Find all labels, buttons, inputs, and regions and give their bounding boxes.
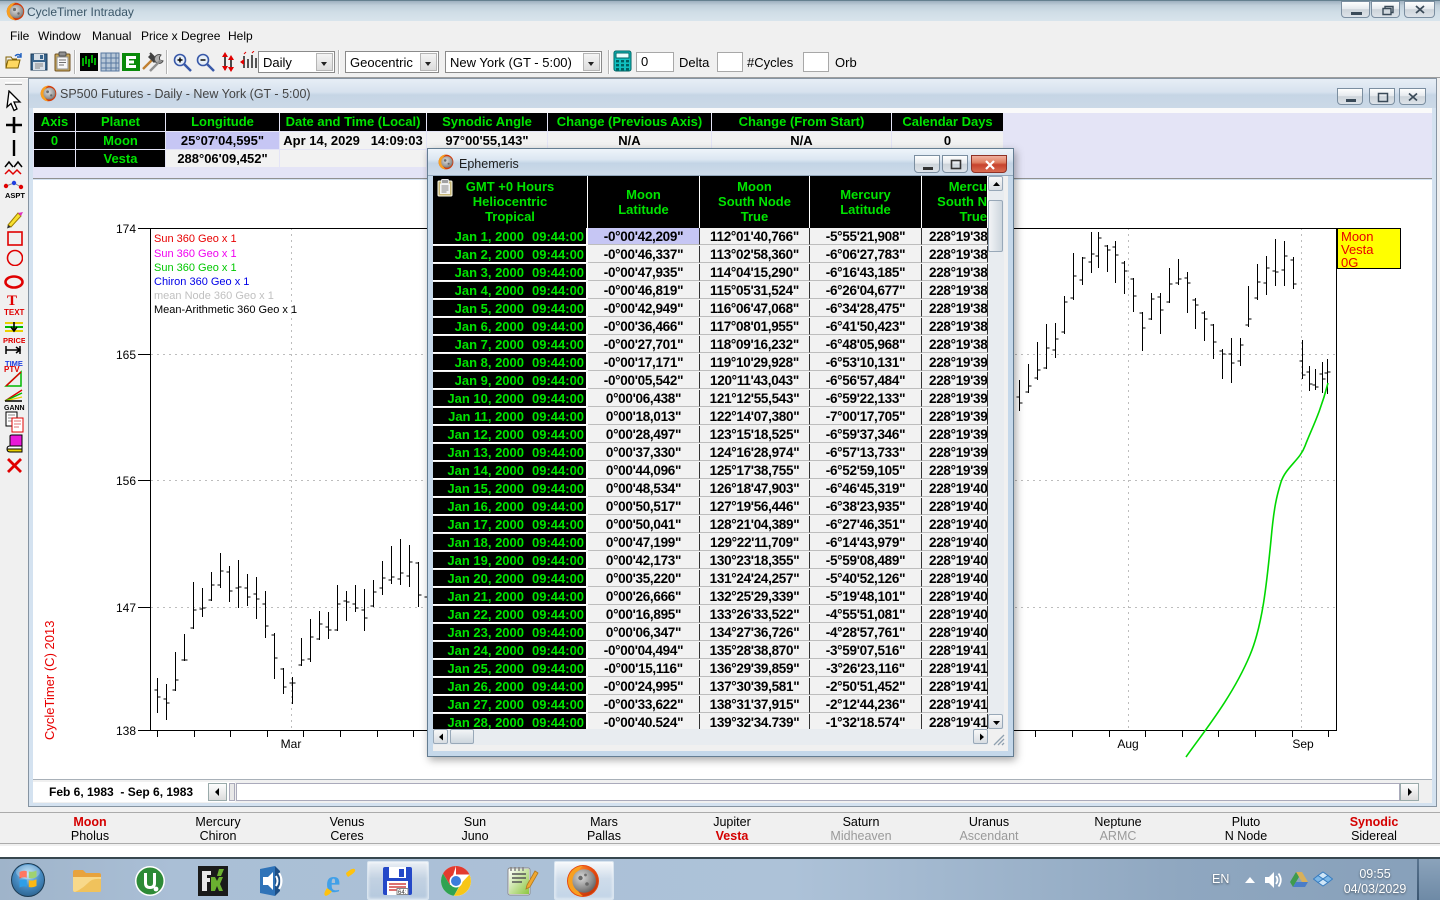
svg-text:PTV: PTV — [4, 365, 20, 374]
svg-text:Sun 360 Geo x 1: Sun 360 Geo x 1 — [154, 233, 237, 245]
svg-text:0G: 0G — [1341, 255, 1358, 270]
svg-text:Mean-Arithmetic 360 Geo x 1: Mean-Arithmetic 360 Geo x 1 — [154, 304, 297, 316]
svg-text:Aug: Aug — [1117, 737, 1138, 751]
svg-text:Sun 360 Geo x 1: Sun 360 Geo x 1 — [154, 248, 237, 260]
svg-text:CycleTimer (C) 2013: CycleTimer (C) 2013 — [42, 621, 57, 740]
svg-text:147: 147 — [116, 601, 136, 615]
svg-text:138: 138 — [116, 724, 136, 738]
svg-text:Mar: Mar — [281, 737, 302, 751]
svg-text:Sep: Sep — [1292, 737, 1314, 751]
svg-text:165: 165 — [116, 348, 136, 362]
svg-text:mean Node 360 Geo x 1: mean Node 360 Geo x 1 — [154, 290, 274, 302]
svg-text:PRICE: PRICE — [3, 336, 25, 343]
svg-text:Sun 360 Geo x 1: Sun 360 Geo x 1 — [154, 262, 237, 274]
svg-text:Chiron 360 Geo x 1: Chiron 360 Geo x 1 — [154, 276, 249, 288]
svg-text:T: T — [7, 293, 17, 309]
svg-text:64:: 64: — [398, 890, 407, 896]
svg-text:TEXT: TEXT — [4, 308, 25, 315]
svg-text:156: 156 — [116, 474, 136, 488]
svg-text:ASPT: ASPT — [5, 191, 25, 200]
svg-text:174: 174 — [116, 222, 136, 236]
